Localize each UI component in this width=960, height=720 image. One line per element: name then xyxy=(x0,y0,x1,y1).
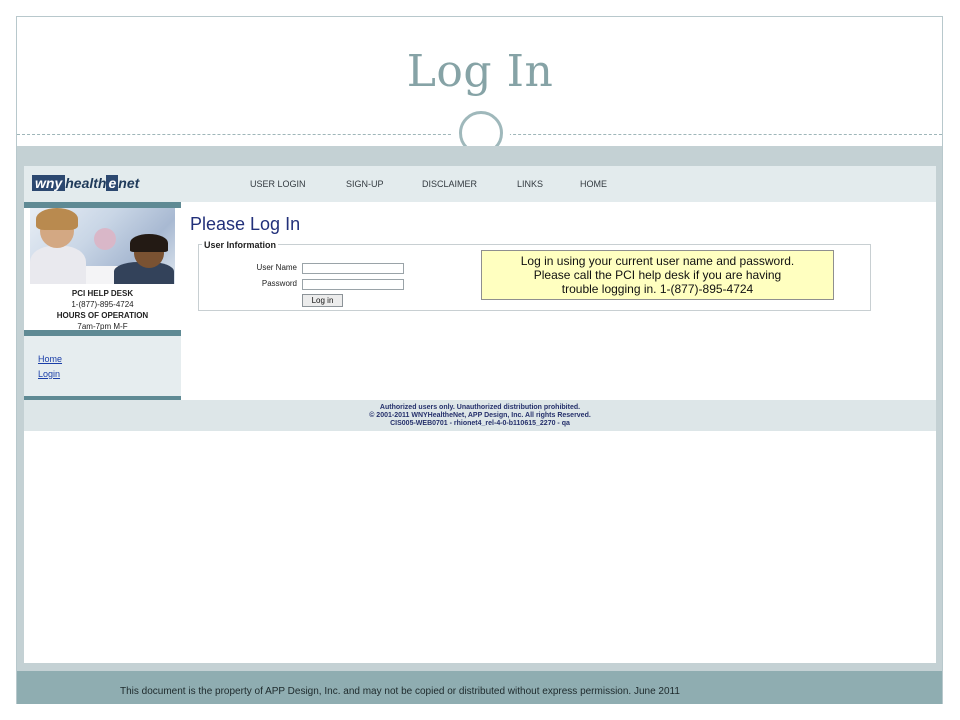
login-notice: Log in using your current user name and … xyxy=(481,250,834,300)
helpdesk-title: PCI HELP DESK xyxy=(71,289,134,298)
app-footer: Authorized users only. Unauthorized dist… xyxy=(24,400,936,431)
logo-part: health xyxy=(65,175,107,191)
sidebar-link-home[interactable]: Home xyxy=(38,354,62,364)
page-heading: Please Log In xyxy=(190,214,301,234)
login-button[interactable]: Log in xyxy=(302,294,343,307)
username-input[interactable] xyxy=(302,263,404,274)
nav-user-login[interactable]: USER LOGIN xyxy=(250,179,306,189)
sidebar-link-login[interactable]: Login xyxy=(38,369,60,379)
sidebar-links: Home Login xyxy=(24,336,181,396)
nav-disclaimer[interactable]: DISCLAIMER xyxy=(422,179,477,189)
user-information-legend: User Information xyxy=(202,240,279,250)
nurse-child-photo xyxy=(30,208,175,284)
logo-part: e xyxy=(106,175,119,191)
wnyhealthenet-logo[interactable]: wny health e net xyxy=(32,175,139,191)
slide-footer-text: This document is the property of APP Des… xyxy=(120,686,680,697)
nav-home[interactable]: HOME xyxy=(580,179,607,189)
sidebar: PCI HELP DESK 1-(877)-895-4724 HOURS OF … xyxy=(24,202,181,400)
app-screenshot: wny health e net USER LOGIN SIGN-UP DISCLAI… xyxy=(24,166,936,663)
nav-links[interactable]: LINKS xyxy=(517,179,543,189)
app-header: wny health e net USER LOGIN SIGN-UP DISCLAI… xyxy=(24,166,936,202)
footer-line: Authorized users only. Unauthorized dist… xyxy=(379,404,581,411)
username-label: User Name xyxy=(256,263,297,272)
slide-title: Log In xyxy=(406,46,554,97)
password-input[interactable] xyxy=(302,279,404,290)
hours-title: HOURS OF OPERATION xyxy=(56,311,149,320)
footer-line: CIS005-WEB0701 - rhionet4_rel-4-0-b11061… xyxy=(390,420,570,427)
helpdesk-phone: 1-(877)-895-4724 xyxy=(71,300,134,309)
notice-line: Please call the PCI help desk if you are… xyxy=(533,268,782,282)
notice-line: Log in using your current user name and … xyxy=(520,254,795,268)
logo-part: wny xyxy=(32,175,66,191)
footer-line: © 2001-2011 WNYHealtheNet, APP Design, I… xyxy=(369,412,591,419)
password-label: Password xyxy=(261,279,297,288)
logo-part: net xyxy=(118,175,140,191)
nav-sign-up[interactable]: SIGN-UP xyxy=(346,179,384,189)
notice-line: trouble logging in. 1-(877)-895-4724 xyxy=(561,282,754,296)
